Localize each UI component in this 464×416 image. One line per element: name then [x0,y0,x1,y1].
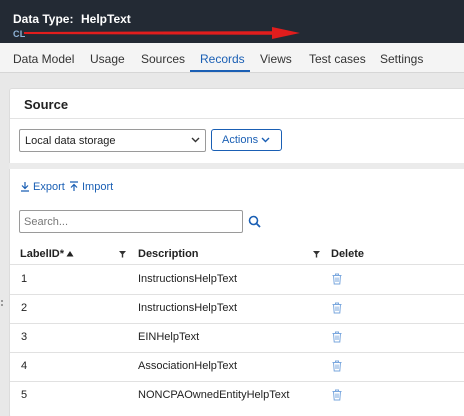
cell-labelid: 4 [21,360,28,372]
search-icon[interactable] [248,215,261,228]
source-title: Source [24,97,69,112]
data-type-name: HelpText [81,12,131,26]
resize-grip [1,304,3,306]
export-label: Export [33,181,65,193]
cell-description: InstructionsHelpText [138,302,238,314]
table-header-divider [10,264,464,265]
row-divider [10,352,464,353]
export-icon [21,182,29,192]
active-tab-indicator [190,70,250,72]
section-divider [9,163,464,169]
annotation-arrow [24,27,300,39]
cell-description: EINHelpText [138,331,200,343]
tab-bar: Data Model Usage Sources Records Views T… [0,43,464,73]
tab-data-model[interactable]: Data Model [13,52,74,66]
source-select[interactable]: Local data storage [19,129,206,152]
actions-button[interactable]: Actions [211,129,282,151]
tab-records[interactable]: Records [200,52,245,66]
cell-description: InstructionsHelpText [138,273,238,285]
sort-ascending-icon[interactable] [66,250,74,257]
column-header-labelid[interactable]: LabelID* [20,248,74,260]
row-divider [10,323,464,324]
trash-icon[interactable] [332,302,342,314]
tab-usage[interactable]: Usage [90,52,125,66]
tab-sources[interactable]: Sources [141,52,185,66]
column-header-description[interactable]: Description [138,248,199,260]
import-icon [70,181,78,191]
data-type-label: Data Type: [13,12,74,26]
tab-test-cases[interactable]: Test cases [309,52,366,66]
row-divider [10,381,464,382]
column-header-delete: Delete [331,248,365,260]
source-select-value: Local data storage [25,135,116,147]
filter-icon[interactable] [119,251,126,258]
trash-icon[interactable] [332,273,342,285]
trash-icon[interactable] [332,360,342,372]
trash-icon[interactable] [332,389,342,401]
cell-description: NONCPAOwnedEntityHelpText [138,389,290,401]
import-link[interactable]: Import [69,181,113,193]
cell-labelid: 5 [21,389,28,401]
export-link[interactable]: Export [20,181,65,193]
tab-settings[interactable]: Settings [380,52,423,66]
import-label: Import [82,181,114,193]
cell-description: AssociationHelpText [138,360,238,372]
resize-grip [1,300,3,302]
cell-labelid: 2 [21,302,28,314]
source-divider [10,118,464,119]
chevron-down-icon [261,137,270,143]
cell-labelid: 3 [21,331,28,343]
actions-button-label: Actions [222,134,259,146]
trash-icon[interactable] [332,331,342,343]
filter-icon[interactable] [313,251,320,258]
cell-labelid: 1 [21,273,28,285]
tab-views[interactable]: Views [260,52,292,66]
app-header: Data Type: HelpText CL [0,0,464,43]
chevron-down-icon [191,137,200,143]
search-input[interactable] [19,210,243,233]
row-divider [10,294,464,295]
